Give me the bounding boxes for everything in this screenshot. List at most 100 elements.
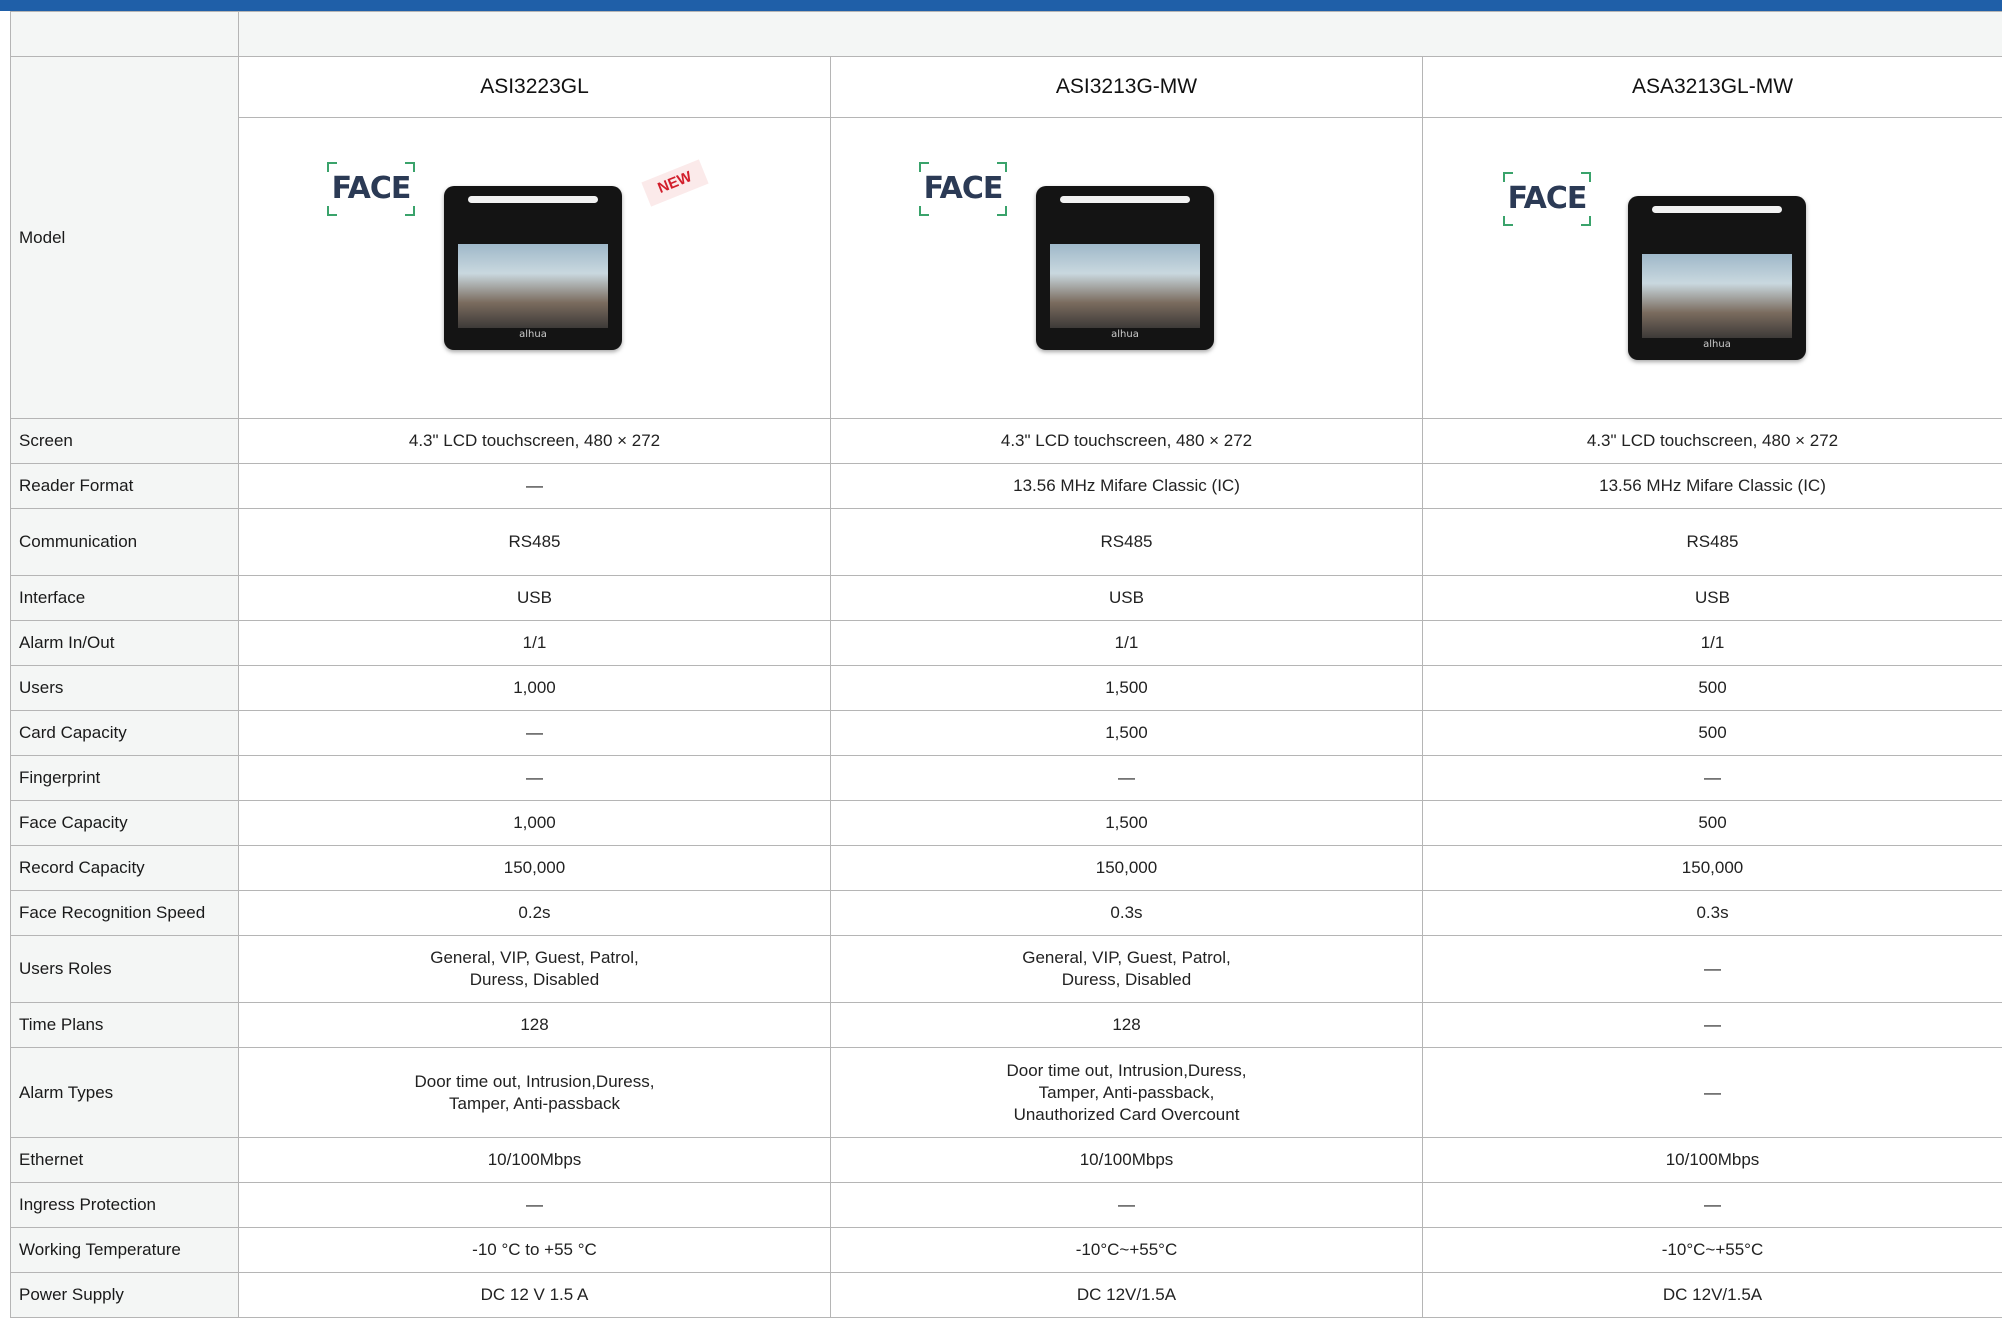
table-cell: RS485: [830, 508, 1423, 576]
table-cell: 150,000: [1421, 845, 2002, 891]
spec-row-screen: Screen 4.3" LCD touchscreen, 480 × 272 4…: [10, 418, 2002, 464]
product-name-3: ASA3213GL-MW: [1421, 56, 2002, 118]
table-cell: —: [830, 755, 1423, 801]
product-image-3: FACE alhua: [1423, 118, 2002, 418]
cell-line: Tamper, Anti-passback: [448, 1093, 621, 1113]
table-cell: RS485: [1421, 508, 2002, 576]
cell-line: —: [1704, 959, 1721, 978]
model-name-row: Model ASI3223GL ASI3213G-MW ASA3213GL-MW: [10, 56, 2002, 419]
row-label: Fingerprint: [10, 755, 239, 801]
cell-line: Unauthorized Card Overcount: [1013, 1104, 1240, 1124]
table-cell: 1,500: [830, 710, 1423, 756]
row-label: Card Capacity: [10, 710, 239, 756]
table-cell: —: [238, 463, 831, 509]
row-label: Ethernet: [10, 1137, 239, 1183]
table-cell: 1,500: [830, 665, 1423, 711]
table-cell: 128: [830, 1002, 1423, 1048]
table-cell: 1,500: [830, 800, 1423, 846]
table-cell: 0.3s: [1421, 890, 2002, 936]
cell-line: General, VIP, Guest, Patrol,: [1022, 948, 1231, 967]
spec-row-alarm-types: Alarm Types Door time out, Intrusion,Dur…: [10, 1047, 2002, 1138]
cell-line: Tamper, Anti-passback,: [1038, 1082, 1215, 1102]
table-cell: —: [1421, 755, 2002, 801]
table-cell: 4.3" LCD touchscreen, 480 × 272: [238, 418, 831, 464]
table-cell: —: [238, 755, 831, 801]
table-header-row: [10, 11, 2002, 57]
table-cell: 1/1: [238, 620, 831, 666]
spec-row-time-plans: Time Plans 128 128 —: [10, 1002, 2002, 1048]
model-image-row: FACE alhua NEW FACE alhua FACE alhua: [11, 117, 2002, 419]
row-label: Time Plans: [10, 1002, 239, 1048]
spec-row-power-supply: Power Supply DC 12 V 1.5 A DC 12V/1.5A D…: [10, 1272, 2002, 1318]
table-cell: —: [1421, 1047, 2002, 1138]
spec-row-alarm-in-out: Alarm In/Out 1/1 1/1 1/1: [10, 620, 2002, 666]
table-cell: 10/100Mbps: [1421, 1137, 2002, 1183]
cell-line: Door time out, Intrusion,Duress,: [414, 1071, 655, 1091]
cell-line: General, VIP, Guest, Patrol,: [430, 948, 639, 967]
row-label: Power Supply: [10, 1272, 239, 1318]
table-cell: —: [830, 1182, 1423, 1228]
table-cell: 4.3" LCD touchscreen, 480 × 272: [830, 418, 1423, 464]
row-label: Reader Format: [10, 463, 239, 509]
table-cell: 13.56 MHz Mifare Classic (IC): [1421, 463, 2002, 509]
table-cell: 10/100Mbps: [830, 1137, 1423, 1183]
row-label: Record Capacity: [10, 845, 239, 891]
table-cell: 0.2s: [238, 890, 831, 936]
product-image-cell-1: FACE alhua NEW: [238, 117, 831, 419]
table-cell: 0.3s: [830, 890, 1423, 936]
row-label: Face Capacity: [10, 800, 239, 846]
product-image-2: FACE alhua: [831, 118, 1423, 418]
spec-row-ingress-protection: Ingress Protection — — —: [10, 1182, 2002, 1228]
spec-row-fingerprint: Fingerprint — — —: [10, 755, 2002, 801]
table-cell: 500: [1421, 665, 2002, 711]
table-cell: 150,000: [238, 845, 831, 891]
table-cell: —: [1421, 935, 2002, 1003]
row-label: Alarm In/Out: [10, 620, 239, 666]
cell-line: Door time out, Intrusion,Duress,: [1006, 1060, 1247, 1080]
cell-line: Duress, Disabled: [1061, 970, 1192, 989]
spec-row-users: Users 1,000 1,500 500: [10, 665, 2002, 711]
spec-row-users-roles: Users Roles General, VIP, Guest, Patrol,…: [10, 935, 2002, 1003]
table-cell: USB: [1421, 575, 2002, 621]
spec-row-working-temperature: Working Temperature -10 °C to +55 °C -10…: [10, 1227, 2002, 1273]
row-label: Interface: [10, 575, 239, 621]
table-cell: DC 12V/1.5A: [830, 1272, 1423, 1318]
spec-row-face-capacity: Face Capacity 1,000 1,500 500: [10, 800, 2002, 846]
table-cell: 4.3" LCD touchscreen, 480 × 272: [1421, 418, 2002, 464]
header-corner-cell: [10, 11, 239, 57]
product-image-1: FACE alhua NEW: [239, 118, 831, 418]
table-cell: 128: [238, 1002, 831, 1048]
spec-row-interface: Interface USB USB USB: [10, 575, 2002, 621]
face-terminal-device: alhua: [1628, 196, 1806, 360]
table-cell: 1,000: [238, 665, 831, 711]
table-cell: 1/1: [830, 620, 1423, 666]
row-label-model: Model: [10, 56, 239, 419]
product-name-1: ASI3223GL: [238, 56, 831, 118]
face-logo: FACE: [919, 162, 1007, 216]
row-label: Users: [10, 665, 239, 711]
table-cell: 1,000: [238, 800, 831, 846]
row-label: Working Temperature: [10, 1227, 239, 1273]
face-terminal-device: alhua: [1036, 186, 1214, 350]
face-logo: FACE: [327, 162, 415, 216]
spec-row-card-capacity: Card Capacity — 1,500 500: [10, 710, 2002, 756]
table-cell: RS485: [238, 508, 831, 576]
table-cell: Door time out, Intrusion,Duress, Tamper,…: [830, 1047, 1423, 1138]
row-label: Users Roles: [10, 935, 239, 1003]
table-cell: 500: [1421, 710, 2002, 756]
spec-row-ethernet: Ethernet 10/100Mbps 10/100Mbps 10/100Mbp…: [10, 1137, 2002, 1183]
table-cell: 10/100Mbps: [238, 1137, 831, 1183]
row-label: Alarm Types: [10, 1047, 239, 1138]
table-cell: —: [238, 1182, 831, 1228]
cell-line: Duress, Disabled: [469, 970, 600, 989]
new-badge: NEW: [641, 159, 709, 207]
table-cell: General, VIP, Guest, Patrol, Duress, Dis…: [238, 935, 831, 1003]
table-cell: DC 12 V 1.5 A: [238, 1272, 831, 1318]
table-cell: -10 °C to +55 °C: [238, 1227, 831, 1273]
spec-comparison-table: Model ASI3223GL ASI3213G-MW ASA3213GL-MW…: [10, 11, 2002, 1318]
product-name-2: ASI3213G-MW: [830, 56, 1423, 118]
table-cell: DC 12V/1.5A: [1421, 1272, 2002, 1318]
table-cell: -10°C~+55°C: [830, 1227, 1423, 1273]
table-cell: -10°C~+55°C: [1421, 1227, 2002, 1273]
table-cell: USB: [238, 575, 831, 621]
